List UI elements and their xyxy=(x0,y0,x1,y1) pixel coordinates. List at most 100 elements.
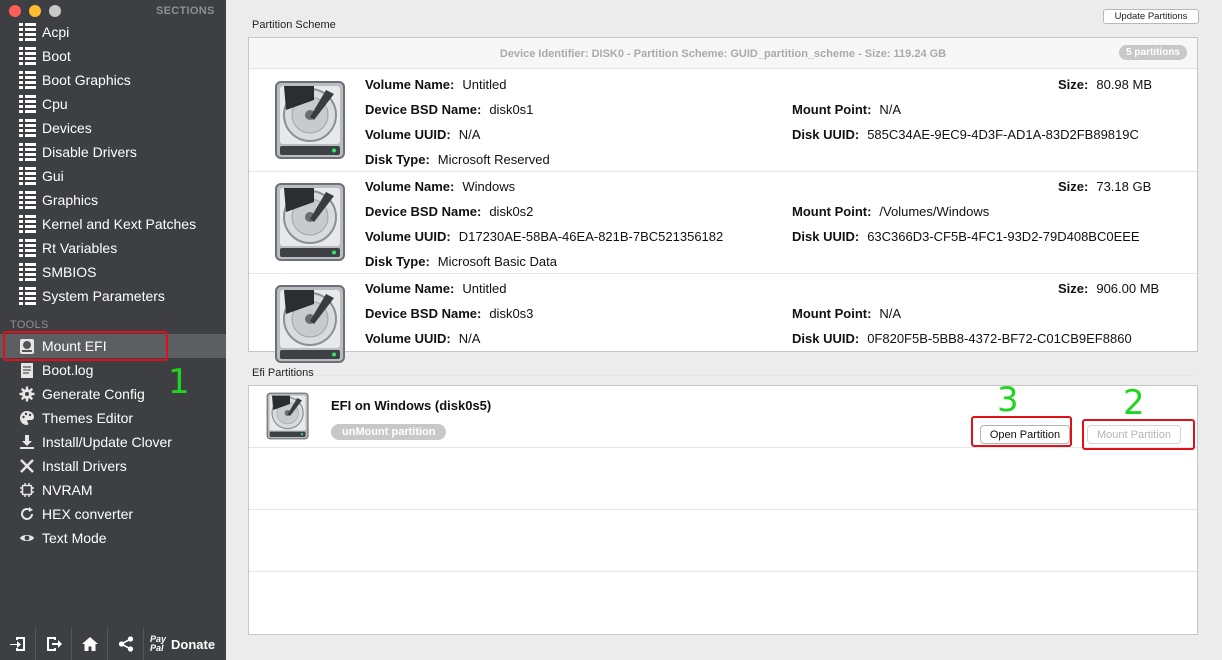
sidebar-tool-install-drivers[interactable]: Install Drivers xyxy=(0,454,226,478)
device-header: Device Identifier: DISK0 - Partition Sch… xyxy=(249,38,1197,69)
sidebar-item-label: HEX converter xyxy=(42,506,134,522)
sidebar-item-label: SMBIOS xyxy=(42,264,97,280)
annotation-number-3: 3 xyxy=(997,380,1019,420)
sidebar: SECTIONS Acpi Boot Boot Graphics Cpu Devices… xyxy=(0,0,226,660)
annotation-number-1: 1 xyxy=(168,362,190,402)
sidebar-tool-hex-converter[interactable]: HEX converter xyxy=(0,502,226,526)
sidebar-item-acpi[interactable]: Acpi xyxy=(0,20,226,44)
window-close-button[interactable] xyxy=(9,5,21,17)
sidebar-item-kernel-and-kext-patches[interactable]: Kernel and Kext Patches xyxy=(0,212,226,236)
home-button[interactable] xyxy=(72,628,108,660)
volume-uuid-field: Volume UUID: N/A xyxy=(365,127,481,142)
sidebar-item-label: Text Mode xyxy=(42,530,107,546)
eye-icon xyxy=(18,529,36,547)
donate-button[interactable]: Pay Pal Donate xyxy=(144,635,215,653)
partition-count-badge: 5 partitions xyxy=(1119,45,1187,60)
share-icon xyxy=(118,636,133,652)
donate-label: Donate xyxy=(171,636,216,652)
list-icon xyxy=(18,191,36,209)
sidebar-item-gui[interactable]: Gui xyxy=(0,164,226,188)
sidebar-tool-generate-config[interactable]: Generate Config xyxy=(0,382,226,406)
bsd-name-field: Device BSD Name: disk0s3 xyxy=(365,306,534,321)
efi-empty-row xyxy=(249,448,1197,510)
list-icon xyxy=(18,95,36,113)
sidebar-item-devices[interactable]: Devices xyxy=(0,116,226,140)
partition-scheme-label: Partition Scheme xyxy=(252,19,336,31)
volume-uuid-field: Volume UUID: D17230AE-58BA-46EA-821B-7BC5… xyxy=(365,229,724,244)
partition-row[interactable]: Volume Name: Untitled Device BSD Name: disk… xyxy=(249,274,1197,376)
disk-uuid-field: Disk UUID: 63C366D3-CF5B-4FC1-93D2-79D408… xyxy=(792,229,1140,244)
highlight-box-open-partition xyxy=(971,416,1072,447)
size-field: Size: 73.18 GB xyxy=(1058,179,1152,194)
volume-name-field: Volume Name: Windows xyxy=(365,179,516,194)
sidebar-tool-nvram[interactable]: NVRAM xyxy=(0,478,226,502)
mount-point-field: Mount Point: N/A xyxy=(792,306,902,321)
sidebar-tool-boot-log[interactable]: Boot.log xyxy=(0,358,226,382)
import-button[interactable] xyxy=(0,628,36,660)
refresh-icon xyxy=(18,505,36,523)
volume-name-field: Volume Name: Untitled xyxy=(365,281,507,296)
sidebar-item-label: Acpi xyxy=(42,24,70,40)
unmount-partition-button[interactable]: unMount partition xyxy=(331,424,447,440)
sidebar-tool-install-update-clover[interactable]: Install/Update Clover xyxy=(0,430,226,454)
sidebar-item-label: Devices xyxy=(42,120,92,136)
sidebar-item-label: Install/Update Clover xyxy=(42,434,172,450)
hard-disk-icon xyxy=(274,284,346,369)
sidebar-item-boot-graphics[interactable]: Boot Graphics xyxy=(0,68,226,92)
sidebar-tool-text-mode[interactable]: Text Mode xyxy=(0,526,226,550)
sidebar-item-label: Rt Variables xyxy=(42,240,118,256)
sidebar-tool-themes-editor[interactable]: Themes Editor xyxy=(0,406,226,430)
home-icon xyxy=(81,637,98,651)
size-field: Size: 80.98 MB xyxy=(1058,77,1152,92)
sidebar-item-rt-variables[interactable]: Rt Variables xyxy=(0,236,226,260)
sections-header: SECTIONS xyxy=(156,5,215,17)
partition-row[interactable]: Volume Name: Windows Device BSD Name: disk0… xyxy=(249,172,1197,274)
sidebar-item-disable-drivers[interactable]: Disable Drivers xyxy=(0,140,226,164)
efi-empty-row xyxy=(249,510,1197,572)
import-icon xyxy=(9,637,25,651)
sidebar-item-graphics[interactable]: Graphics xyxy=(0,188,226,212)
sidebar-item-smbios[interactable]: SMBIOS xyxy=(0,260,226,284)
highlight-box-mount-efi xyxy=(3,331,168,361)
list-icon xyxy=(18,71,36,89)
list-icon xyxy=(18,143,36,161)
sidebar-item-label: Boot.log xyxy=(42,362,94,378)
sidebar-item-label: Kernel and Kext Patches xyxy=(42,216,197,232)
annotation-number-2: 2 xyxy=(1123,383,1145,423)
sidebar-item-label: Generate Config xyxy=(42,386,145,402)
document-icon xyxy=(18,361,36,379)
bsd-name-field: Device BSD Name: disk0s1 xyxy=(365,102,534,117)
install-icon xyxy=(18,433,36,451)
highlight-box-mount-partition xyxy=(1082,419,1195,450)
list-icon xyxy=(18,239,36,257)
tools-header: TOOLS xyxy=(10,319,49,331)
sidebar-item-label: Gui xyxy=(42,168,64,184)
list-icon xyxy=(18,263,36,281)
hard-disk-icon xyxy=(274,80,346,165)
list-icon xyxy=(18,167,36,185)
chip-icon xyxy=(18,481,36,499)
list-icon xyxy=(18,119,36,137)
tools-icon xyxy=(18,457,36,475)
sidebar-item-cpu[interactable]: Cpu xyxy=(0,92,226,116)
list-icon xyxy=(18,287,36,305)
update-partitions-button[interactable]: Update Partitions xyxy=(1103,9,1199,24)
sidebar-item-boot[interactable]: Boot xyxy=(0,44,226,68)
window-zoom-button[interactable] xyxy=(49,5,61,17)
palette-icon xyxy=(18,409,36,427)
window-minimize-button[interactable] xyxy=(29,5,41,17)
bsd-name-field: Device BSD Name: disk0s2 xyxy=(365,204,534,219)
export-button[interactable] xyxy=(36,628,72,660)
sidebar-item-label: Install Drivers xyxy=(42,458,127,474)
sidebar-item-system-parameters[interactable]: System Parameters xyxy=(0,284,226,308)
sidebar-item-label: NVRAM xyxy=(42,482,93,498)
disk-uuid-field: Disk UUID: 0F820F5B-5BB8-4372-BF72-C01CB9… xyxy=(792,331,1132,346)
share-button[interactable] xyxy=(108,628,144,660)
partition-row[interactable]: Volume Name: Untitled Device BSD Name: disk… xyxy=(249,70,1197,172)
mount-point-field: Mount Point: N/A xyxy=(792,102,902,117)
disk-type-field: Disk Type: Microsoft Reserved xyxy=(365,152,550,167)
disk-type-field: Disk Type: Microsoft Basic Data xyxy=(365,254,557,269)
mount-point-field: Mount Point:/Volumes/Windows xyxy=(792,204,990,219)
device-identifier-text: Device Identifier: DISK0 - Partition Sch… xyxy=(499,48,947,60)
hard-disk-icon xyxy=(274,182,346,267)
